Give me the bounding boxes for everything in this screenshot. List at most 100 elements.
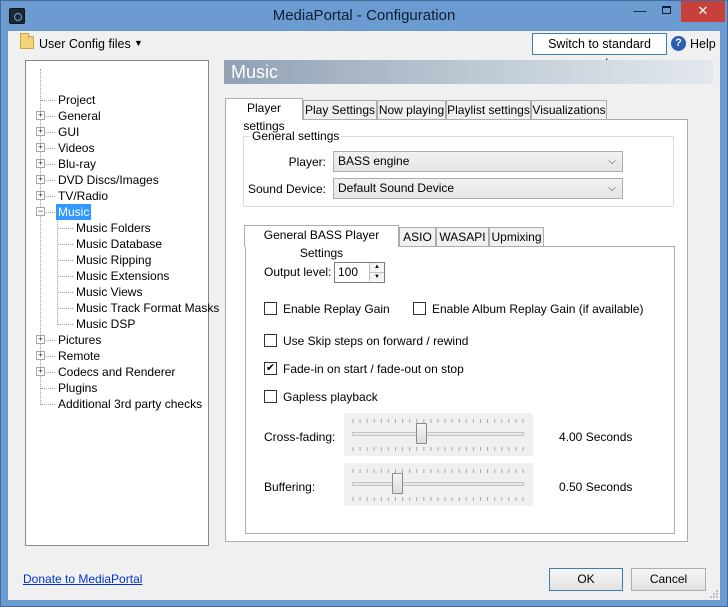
checkbox-label: Enable Album Replay Gain (if available) — [432, 302, 644, 316]
player-select[interactable]: BASS engine ⌵ — [333, 151, 623, 172]
ok-button[interactable]: OK — [549, 568, 623, 591]
tree-line — [58, 228, 73, 229]
tab-playlist-settings[interactable]: Playlist settings — [446, 100, 531, 119]
checkbox-box[interactable] — [264, 334, 277, 347]
tree-item-label: Codecs and Renderer — [58, 365, 176, 379]
checkbox-box[interactable] — [413, 302, 426, 315]
user-config-files-menu[interactable]: User Config files — [39, 37, 131, 51]
tree-line — [58, 292, 73, 293]
slider-ticks — [352, 469, 524, 473]
maximize-button[interactable] — [653, 1, 679, 22]
tree-line — [46, 356, 55, 357]
help-button[interactable]: Help — [690, 37, 716, 51]
tab-play-settings[interactable]: Play Settings — [303, 100, 377, 119]
tree-item-label: Remote — [58, 349, 101, 363]
tree-item-label: Pictures — [58, 333, 102, 347]
check-icon[interactable]: ✔ — [264, 362, 277, 375]
expand-icon[interactable]: + — [36, 111, 45, 120]
cross-fading-value: 4.00 Seconds — [559, 430, 633, 444]
slider-ticks — [352, 447, 524, 451]
title-bar[interactable]: MediaPortal - Configuration — ✕ — [1, 1, 727, 31]
tree-line — [46, 164, 55, 165]
client-area: User Config files ▼ Switch to standard m… — [8, 31, 720, 600]
tree-item-label: Music DSP — [76, 317, 136, 331]
tree-line — [46, 148, 55, 149]
settings-tree[interactable]: Project + General + GUI + Videos + Blu-r… — [25, 60, 219, 546]
output-level-label: Output level: — [264, 265, 332, 279]
expand-icon[interactable]: + — [36, 175, 45, 184]
subtab-wasapi[interactable]: WASAPI — [436, 227, 489, 246]
folder-icon[interactable] — [20, 33, 34, 49]
sound-device-label: Sound Device: — [247, 182, 326, 196]
buffering-slider[interactable] — [344, 463, 533, 506]
checkbox-box[interactable] — [264, 390, 277, 403]
buffering-value: 0.50 Seconds — [559, 480, 633, 494]
tree-item-label: Music Views — [76, 285, 143, 299]
tree-item-label: General — [58, 109, 101, 123]
spin-buttons: ▲ ▼ — [369, 263, 384, 282]
tree-line — [46, 372, 55, 373]
expand-icon[interactable]: + — [36, 191, 45, 200]
tree-item-label: Music Folders — [76, 221, 151, 235]
tree-item-label: Videos — [58, 141, 95, 155]
tab-visualizations[interactable]: Visualizations — [531, 100, 607, 119]
checkbox-label: Enable Replay Gain — [283, 302, 390, 316]
player-settings-page: General settings Player: BASS engine ⌵ S… — [225, 119, 688, 542]
tab-player-settings[interactable]: Player settings — [225, 98, 303, 133]
settings-panel: Music Player settings Play Settings Now … — [224, 60, 713, 546]
player-label: Player: — [288, 155, 326, 169]
tree-line — [46, 180, 55, 181]
cross-fading-slider[interactable] — [344, 413, 533, 456]
cancel-button[interactable]: Cancel — [631, 568, 706, 591]
sound-device-select[interactable]: Default Sound Device ⌵ — [333, 178, 623, 199]
subtab-upmixing[interactable]: Upmixing — [489, 227, 544, 246]
tree-item-label: Music Ripping — [76, 253, 152, 267]
window-title: MediaPortal - Configuration — [272, 7, 456, 24]
subtab-general-bass[interactable]: General BASS Player Settings — [244, 225, 399, 260]
spin-down-icon[interactable]: ▼ — [369, 272, 384, 281]
tree-line — [41, 404, 55, 405]
checkbox-label: Fade-in on start / fade-out on stop — [283, 362, 464, 376]
slider-thumb[interactable] — [416, 423, 428, 444]
expand-icon[interactable]: + — [36, 351, 45, 360]
tree-item-label: Music — [56, 204, 92, 220]
switch-standard-mode-button[interactable]: Switch to standard mode — [532, 33, 667, 71]
tree-line — [41, 388, 55, 389]
tab-now-playing[interactable]: Now playing — [377, 100, 446, 119]
slider-thumb[interactable] — [392, 473, 404, 494]
tree-item-label: Music Extensions — [76, 269, 170, 283]
tree-item-label: Music Track Format Masks — [76, 301, 220, 315]
resize-grip-icon[interactable] — [709, 589, 719, 599]
tree-line — [58, 260, 73, 261]
minimize-button[interactable]: — — [627, 1, 653, 22]
sound-device-select-value: Default Sound Device — [338, 181, 455, 195]
subtab-asio[interactable]: ASIO — [399, 227, 436, 246]
tree-line — [58, 324, 73, 325]
checkbox-box[interactable] — [264, 302, 277, 315]
expand-icon[interactable]: + — [36, 143, 45, 152]
expand-icon[interactable]: + — [36, 127, 45, 136]
configuration-window: MediaPortal - Configuration — ✕ User Con… — [0, 0, 728, 607]
tree-item-label: Blu-ray — [58, 157, 97, 171]
spin-up-icon[interactable]: ▲ — [369, 263, 384, 272]
tree-line — [46, 132, 55, 133]
section-title: Music — [224, 60, 713, 84]
output-level-stepper[interactable]: 100 ▲ ▼ — [334, 262, 385, 283]
slider-track — [352, 432, 524, 436]
donate-link[interactable]: Donate to MediaPortal — [23, 572, 142, 586]
collapse-icon[interactable]: − — [36, 207, 45, 216]
tree-line — [57, 219, 58, 325]
close-button[interactable]: ✕ — [681, 1, 725, 22]
cross-fading-label: Cross-fading: — [264, 430, 336, 444]
tree-line — [58, 244, 73, 245]
chevron-down-icon[interactable]: ▼ — [134, 38, 143, 48]
help-icon[interactable]: ? — [671, 36, 686, 51]
bass-settings-page: Output level: 100 ▲ ▼ Enable Replay Gain — [245, 246, 675, 534]
maximize-icon — [661, 6, 671, 15]
expand-icon[interactable]: + — [36, 367, 45, 376]
expand-icon[interactable]: + — [36, 159, 45, 168]
checkbox-label: Gapless playback — [283, 390, 378, 404]
buffering-label: Buffering: — [264, 480, 316, 494]
chevron-down-icon: ⌵ — [608, 183, 616, 194]
expand-icon[interactable]: + — [36, 335, 45, 344]
